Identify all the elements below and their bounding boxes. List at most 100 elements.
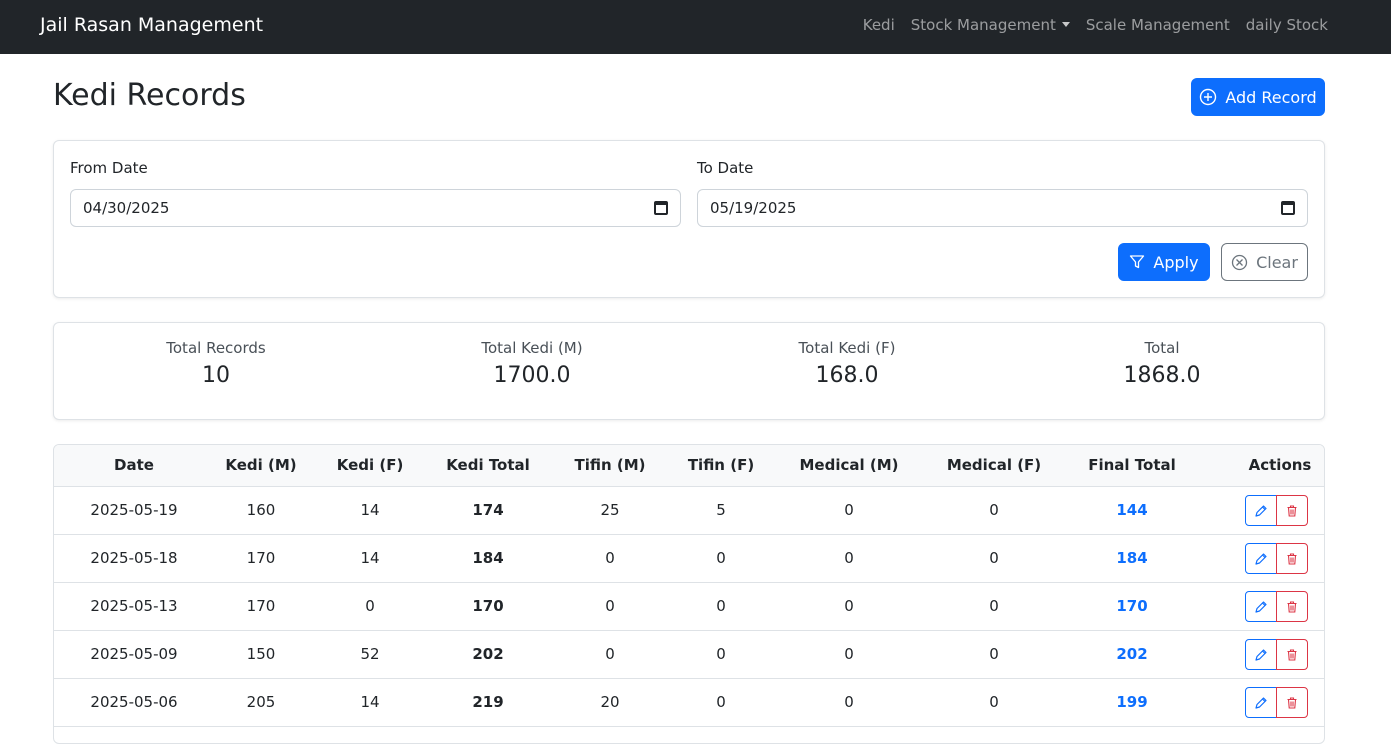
from-date-value: 04/30/2025 bbox=[83, 199, 170, 217]
table-cell: 0 bbox=[844, 501, 854, 519]
table-cell: 0 bbox=[605, 645, 615, 663]
table-cell: 0 bbox=[989, 501, 999, 519]
filter-card: From Date 04/30/2025 To Date 05/19/2025 … bbox=[53, 140, 1325, 298]
column-header: Kedi Total bbox=[446, 456, 530, 474]
stat-label: Total Kedi (M) bbox=[481, 339, 583, 357]
edit-button[interactable] bbox=[1245, 495, 1277, 526]
add-record-button[interactable]: Add Record bbox=[1191, 78, 1325, 116]
stat-label: Total Records bbox=[166, 339, 266, 357]
clear-button[interactable]: Clear bbox=[1221, 243, 1308, 281]
table-cell: 0 bbox=[605, 549, 615, 567]
nav-link-scale-management[interactable]: Scale Management bbox=[1086, 16, 1230, 34]
to-date-input[interactable]: 05/19/2025 bbox=[697, 189, 1308, 227]
pencil-icon bbox=[1255, 696, 1267, 709]
records-table: Date Kedi (M) Kedi (F) Kedi Total Tifin (M) T… bbox=[53, 444, 1325, 744]
table-cell: 144 bbox=[1116, 501, 1148, 519]
table-cell: 0 bbox=[844, 549, 854, 567]
edit-button[interactable] bbox=[1245, 591, 1277, 622]
pencil-icon bbox=[1255, 552, 1267, 565]
table-cell: 14 bbox=[360, 501, 380, 519]
table-cell: 0 bbox=[989, 693, 999, 711]
delete-button[interactable] bbox=[1276, 543, 1308, 574]
table-cell: 2025-05-19 bbox=[90, 501, 178, 519]
edit-button[interactable] bbox=[1245, 543, 1277, 574]
stat-total: Total 1868.0 bbox=[1012, 339, 1312, 388]
column-header: Tifin (F) bbox=[687, 456, 755, 474]
from-date-input[interactable]: 04/30/2025 bbox=[70, 189, 681, 227]
table-cell: 0 bbox=[716, 549, 726, 567]
table-cell: 184 bbox=[1116, 549, 1148, 567]
trash-icon bbox=[1287, 648, 1297, 661]
apply-button[interactable]: Apply bbox=[1118, 243, 1210, 281]
stat-total-records: Total Records 10 bbox=[66, 339, 366, 388]
table-cell: 170 bbox=[1116, 597, 1148, 615]
to-date-label: To Date bbox=[697, 159, 754, 177]
column-header: Kedi (M) bbox=[225, 456, 297, 474]
stat-total-kedi-f: Total Kedi (F) 168.0 bbox=[697, 339, 997, 388]
delete-button[interactable] bbox=[1276, 591, 1308, 622]
table-row: 2025-05-09 150 52 202 0 0 0 0 202 bbox=[54, 631, 1324, 679]
delete-button[interactable] bbox=[1276, 687, 1308, 718]
edit-button[interactable] bbox=[1245, 639, 1277, 670]
edit-button[interactable] bbox=[1245, 687, 1277, 718]
nav-link-daily-stock[interactable]: daily Stock bbox=[1246, 16, 1328, 34]
table-cell: 2025-05-18 bbox=[90, 549, 178, 567]
table-header: Date Kedi (M) Kedi (F) Kedi Total Tifin (M) T… bbox=[54, 445, 1324, 487]
table-row: 2025-05-18 170 14 184 0 0 0 0 184 bbox=[54, 535, 1324, 583]
table-cell: 0 bbox=[989, 549, 999, 567]
column-header: Final Total bbox=[1088, 456, 1176, 474]
nav-link-kedi[interactable]: Kedi bbox=[863, 16, 895, 34]
filter-icon bbox=[1130, 255, 1145, 269]
stat-label: Total bbox=[1144, 339, 1180, 357]
table-row: 2025-05-19 160 14 174 25 5 0 0 144 bbox=[54, 487, 1324, 535]
from-date-label: From Date bbox=[70, 159, 148, 177]
table-cell: 2025-05-09 bbox=[90, 645, 178, 663]
page-title: Kedi Records bbox=[53, 78, 246, 113]
trash-icon bbox=[1287, 504, 1297, 517]
column-header: Medical (F) bbox=[946, 456, 1042, 474]
column-header: Actions bbox=[1248, 456, 1312, 474]
table-cell: 174 bbox=[472, 501, 504, 519]
table-cell: 0 bbox=[989, 645, 999, 663]
table-cell: 2025-05-13 bbox=[90, 597, 178, 615]
table-cell: 202 bbox=[472, 645, 504, 663]
delete-button[interactable] bbox=[1276, 639, 1308, 670]
calendar-icon[interactable] bbox=[654, 201, 668, 215]
table-cell: 0 bbox=[365, 597, 375, 615]
navbar: Jail Rasan Management Kedi Stock Managem… bbox=[0, 0, 1391, 54]
table-cell: 52 bbox=[360, 645, 380, 663]
delete-button[interactable] bbox=[1276, 495, 1308, 526]
table-cell: 0 bbox=[716, 597, 726, 615]
table-cell: 219 bbox=[472, 693, 504, 711]
navbar-brand[interactable]: Jail Rasan Management bbox=[40, 14, 263, 36]
apply-label: Apply bbox=[1153, 252, 1199, 272]
table-cell: 0 bbox=[844, 597, 854, 615]
table-cell: 25 bbox=[600, 501, 620, 519]
summary-card: Total Records 10 Total Kedi (M) 1700.0 T… bbox=[53, 322, 1325, 420]
table-cell: 14 bbox=[360, 549, 380, 567]
table-cell: 170 bbox=[472, 597, 504, 615]
nav-link-stock-management[interactable]: Stock Management bbox=[911, 16, 1070, 34]
column-header: Medical (M) bbox=[799, 456, 899, 474]
table-cell: 0 bbox=[844, 645, 854, 663]
table-cell: 0 bbox=[605, 597, 615, 615]
table-cell: 205 bbox=[246, 693, 276, 711]
column-header: Tifin (M) bbox=[574, 456, 646, 474]
table-cell: 199 bbox=[1116, 693, 1148, 711]
table-cell: 2025-05-06 bbox=[90, 693, 178, 711]
table-cell: 150 bbox=[246, 645, 276, 663]
pencil-icon bbox=[1255, 600, 1267, 613]
table-cell: 0 bbox=[716, 645, 726, 663]
add-record-label: Add Record bbox=[1225, 87, 1317, 107]
table-row: 2025-05-13 170 0 170 0 0 0 0 170 bbox=[54, 583, 1324, 631]
table-cell: 0 bbox=[716, 693, 726, 711]
stat-value: 168.0 bbox=[815, 363, 879, 388]
calendar-icon[interactable] bbox=[1281, 201, 1295, 215]
table-cell: 5 bbox=[716, 501, 726, 519]
column-header: Kedi (F) bbox=[336, 456, 404, 474]
pencil-icon bbox=[1255, 504, 1267, 517]
x-circle-icon bbox=[1231, 254, 1248, 270]
nav-link-stock-management-label: Stock Management bbox=[910, 16, 1056, 34]
table-cell: 0 bbox=[989, 597, 999, 615]
table-cell: 170 bbox=[246, 549, 276, 567]
